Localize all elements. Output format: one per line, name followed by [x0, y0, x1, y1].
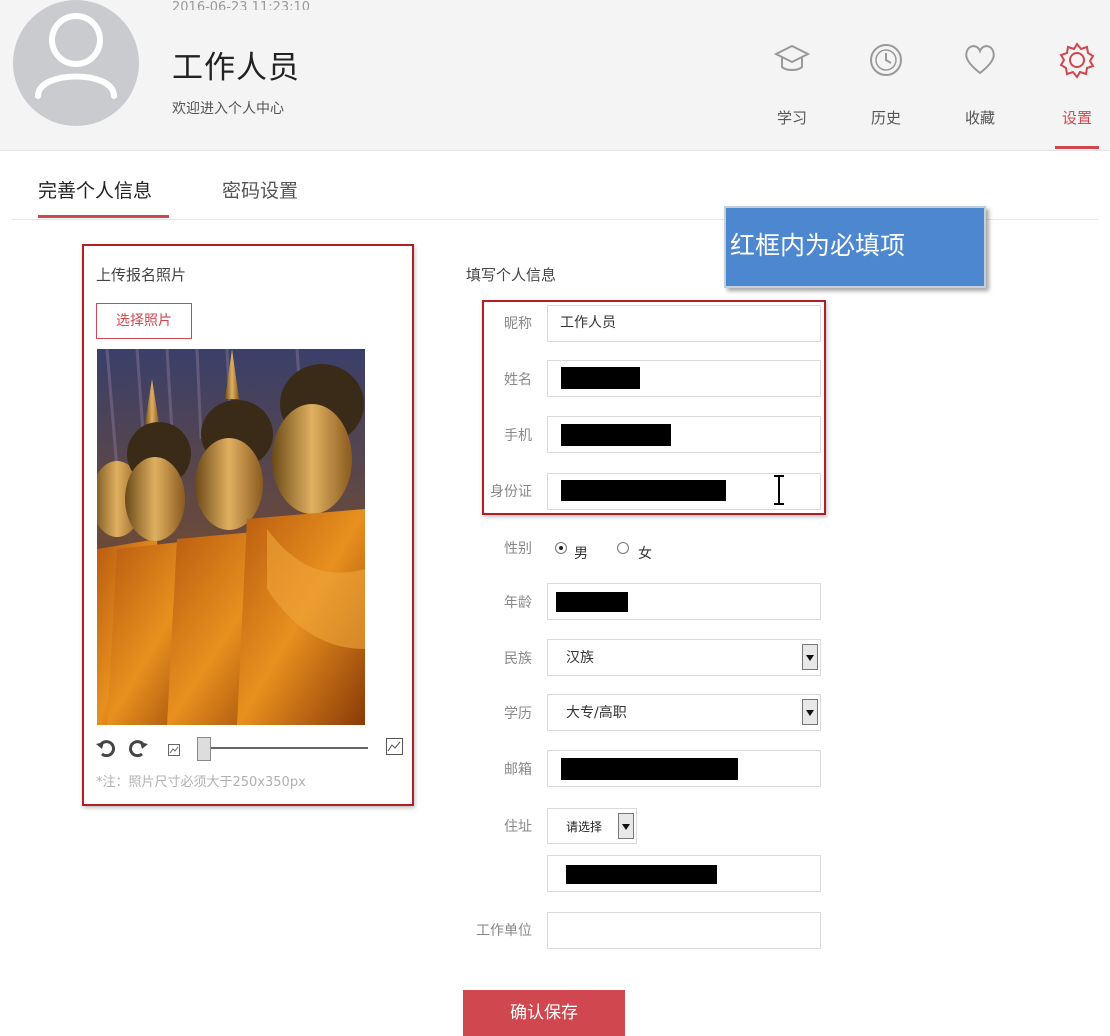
photo-size-note: *注：照片尺寸必须大于250x350px [96, 775, 306, 790]
choose-photo-button[interactable]: 选择照片 [96, 303, 192, 339]
address-region-value: 请选择 [566, 820, 603, 834]
gender-male-label[interactable]: 男 [574, 543, 588, 563]
education-label: 学历 [504, 706, 532, 722]
education-value: 大专/高职 [566, 705, 627, 721]
gender-label: 性别 [504, 541, 532, 557]
redacted-value [561, 758, 738, 780]
redacted-value [561, 367, 640, 389]
tab-personal-info[interactable]: 完善个人信息 [38, 176, 152, 203]
photo-section-title: 上传报名照片 [96, 266, 187, 284]
phone-label: 手机 [504, 428, 532, 444]
clock-icon [870, 44, 902, 76]
user-silhouette-icon [35, 13, 117, 99]
redacted-value [561, 424, 671, 446]
chevron-down-icon[interactable] [802, 644, 818, 670]
nav-study[interactable]: 学习 [757, 40, 827, 150]
user-name: 工作人员 [172, 50, 300, 86]
photo-preview[interactable] [97, 349, 365, 725]
rotate-left-icon[interactable] [96, 738, 116, 762]
gear-icon [1059, 42, 1095, 79]
nav-active-underline [1055, 146, 1099, 149]
redacted-value [556, 592, 628, 612]
nav-favorites[interactable]: 收藏 [945, 40, 1015, 150]
address-detail-field[interactable] [547, 855, 821, 892]
ethnicity-value: 汉族 [566, 650, 594, 666]
employer-label: 工作单位 [476, 923, 532, 939]
form-section-title: 填写个人信息 [466, 266, 557, 284]
text-cursor-icon [774, 475, 784, 505]
nickname-field[interactable]: 工作人员 [547, 305, 821, 342]
welcome-text: 欢迎进入个人中心 [172, 101, 284, 117]
phone-field[interactable] [547, 416, 821, 453]
save-button[interactable]: 确认保存 [463, 990, 625, 1036]
rotate-right-icon[interactable] [128, 738, 148, 762]
gender-male-radio[interactable] [555, 542, 567, 554]
id-card-label: 身份证 [490, 484, 532, 500]
age-field[interactable] [547, 583, 821, 620]
email-field[interactable] [547, 750, 821, 787]
chevron-down-icon[interactable] [618, 813, 634, 839]
ethnicity-label: 民族 [504, 651, 532, 667]
profile-header: 2016-06-23 11:23:10 工作人员 欢迎进入个人中心 学习 历史 … [0, 0, 1110, 151]
nav-history-label: 历史 [870, 109, 901, 127]
age-label: 年龄 [504, 595, 532, 611]
tab-password[interactable]: 密码设置 [222, 176, 298, 203]
nickname-label: 昵称 [504, 316, 532, 332]
zoom-out-image-icon[interactable] [168, 741, 180, 760]
chevron-down-icon[interactable] [802, 699, 818, 725]
gender-female-label[interactable]: 女 [638, 543, 652, 563]
employer-field[interactable] [547, 912, 821, 949]
zoom-slider-track[interactable] [210, 747, 368, 749]
nav-settings-label: 设置 [1061, 109, 1092, 127]
ethnicity-select[interactable]: 汉族 [547, 639, 821, 676]
address-label: 住址 [504, 819, 532, 835]
nav-settings[interactable]: 设置 [1042, 40, 1110, 150]
redacted-value [561, 480, 726, 501]
education-select[interactable]: 大专/高职 [547, 694, 821, 731]
avatar[interactable] [13, 0, 139, 126]
name-label: 姓名 [504, 372, 532, 388]
heart-icon [965, 45, 995, 75]
graduation-cap-icon [774, 44, 810, 71]
nav-history[interactable]: 历史 [851, 40, 921, 150]
gender-female-radio[interactable] [617, 542, 629, 554]
nav-study-label: 学习 [776, 109, 807, 127]
redacted-value [566, 865, 717, 884]
last-login-date: 2016-06-23 11:23:10 [172, 0, 311, 10]
zoom-in-image-icon[interactable] [386, 738, 403, 759]
zoom-slider-handle[interactable] [197, 737, 211, 761]
address-region-select[interactable]: 请选择 [547, 808, 637, 844]
email-label: 邮箱 [504, 762, 532, 778]
nav-favorites-label: 收藏 [964, 109, 995, 127]
name-field[interactable] [547, 360, 821, 397]
buddha-statues-image [97, 349, 365, 725]
tab-active-underline [38, 215, 169, 218]
required-fields-callout: 红框内为必填项 [724, 206, 986, 288]
